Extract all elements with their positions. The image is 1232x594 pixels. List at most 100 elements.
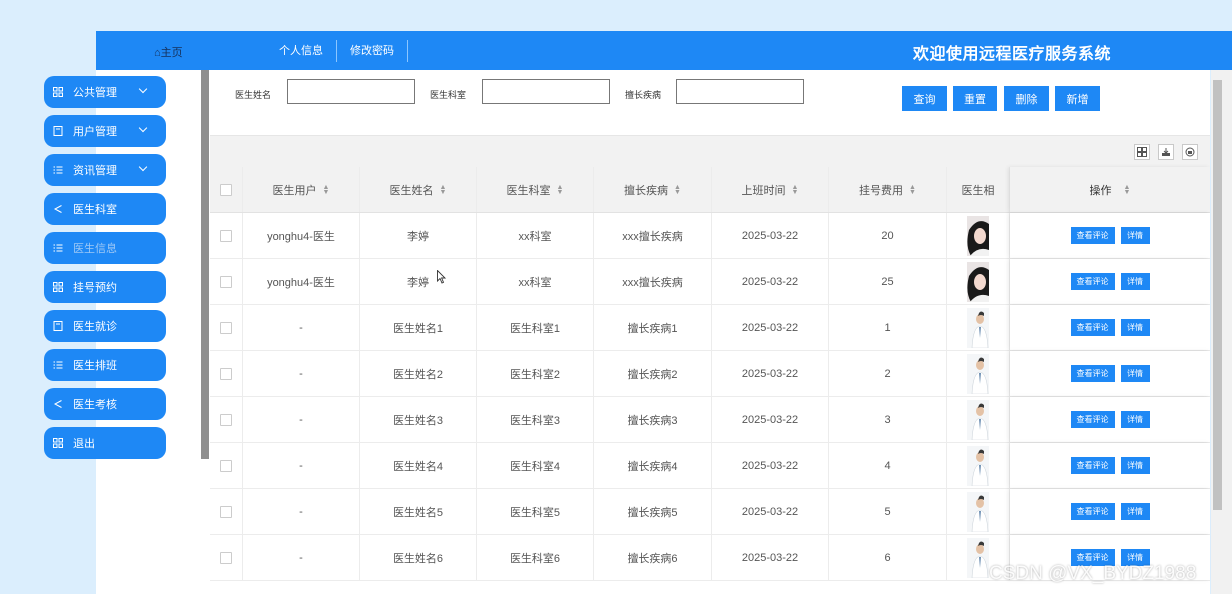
row-checkbox[interactable] (220, 413, 232, 426)
column-header-label[interactable]: 医生用户 (273, 182, 317, 198)
view-comments-button[interactable]: 查看评论 (1070, 503, 1115, 520)
view-comments-button[interactable]: 查看评论 (1070, 457, 1115, 474)
column-header-label[interactable]: 操作 (1090, 182, 1112, 198)
sidebar-item-1[interactable]: 用户管理 (44, 115, 166, 147)
sidebar-item-2[interactable]: 资讯管理 (44, 154, 166, 186)
row-actions: 查看评论 详情 (1010, 213, 1210, 258)
details-button[interactable]: 详情 (1120, 457, 1150, 474)
top-bar: ⌂主页 个人信息 修改密码 欢迎使用远程医疗服务系统 (96, 31, 1232, 70)
row-checkbox-cell (210, 397, 243, 442)
view-comments-button[interactable]: 查看评论 (1070, 273, 1115, 290)
cell-fee: 4 (829, 443, 947, 488)
details-button[interactable]: 详情 (1120, 365, 1150, 382)
sidebar-item-5[interactable]: 挂号预约 (44, 271, 166, 303)
table-row[interactable]: yonghu4-医生 李婷 xx科室 xxx擅长疾病 2025-03-22 25 查看评论详… (210, 259, 1210, 305)
nav-change-password-link[interactable]: 修改密码 (337, 40, 408, 62)
sidebar-item-7[interactable]: 医生排班 (44, 349, 166, 381)
details-button[interactable]: 详情 (1120, 227, 1150, 244)
details-button[interactable]: 详情 (1120, 503, 1150, 520)
cell-dept: 医生科室3 (477, 397, 594, 442)
column-header-label[interactable]: 医生姓名 (390, 182, 434, 198)
sidebar-item-4[interactable]: 医生信息 (44, 232, 166, 264)
sort-icon[interactable]: ▲ ▼ (323, 184, 330, 196)
column-header-label[interactable]: 挂号费用 (859, 182, 903, 198)
details-button[interactable]: 详情 (1120, 319, 1150, 336)
view-comments-button[interactable]: 查看评论 (1070, 411, 1115, 428)
view-comments-button[interactable]: 查看评论 (1070, 365, 1115, 382)
column-header-label[interactable]: 上班时间 (742, 182, 786, 198)
row-checkbox[interactable] (220, 505, 232, 518)
cell-user: - (243, 351, 360, 396)
doctor-dept-input[interactable] (482, 79, 610, 104)
row-actions: 查看评论 详情 (1010, 259, 1210, 304)
view-comments-button[interactable]: 查看评论 (1070, 227, 1115, 244)
cell-name: 医生姓名3 (360, 397, 477, 442)
row-checkbox[interactable] (220, 229, 232, 242)
row-checkbox-cell (210, 535, 243, 580)
doctor-photo (967, 399, 989, 440)
nav-profile-link[interactable]: 个人信息 (266, 40, 337, 62)
add-button[interactable]: 新增 (1055, 86, 1100, 111)
sort-icon[interactable]: ▲ ▼ (1124, 184, 1131, 196)
export-icon[interactable] (1158, 144, 1174, 160)
home-link[interactable]: ⌂主页 (154, 44, 183, 60)
reset-button[interactable]: 重置 (953, 86, 997, 111)
details-button[interactable]: 详情 (1120, 273, 1150, 290)
sidebar-item-3[interactable]: 医生科室 (44, 193, 166, 225)
doctor-photo (967, 353, 989, 394)
cell-name: 医生姓名5 (360, 489, 477, 534)
column-header-label[interactable]: 医生相 (962, 182, 995, 198)
row-checkbox-cell (210, 489, 243, 534)
doctor-photo (967, 491, 989, 532)
disease-input[interactable] (676, 79, 804, 104)
row-checkbox[interactable] (220, 275, 232, 288)
cell-time: 2025-03-22 (712, 397, 829, 442)
sidebar-item-6[interactable]: 医生就诊 (44, 310, 166, 342)
table-row[interactable]: - 医生姓名4 医生科室4 擅长疾病4 2025-03-22 4 查看评论 详情 (210, 443, 1210, 489)
columns-icon[interactable] (1134, 144, 1150, 160)
sidebar-item-label: 医生就诊 (73, 321, 117, 333)
row-checkbox[interactable] (220, 551, 232, 564)
column-header-label[interactable]: 医生科室 (507, 182, 551, 198)
column-header-label[interactable]: 擅长疾病 (624, 182, 668, 198)
cell-user: - (243, 535, 360, 580)
row-checkbox-cell (210, 305, 243, 350)
sidebar-item-8[interactable]: 医生考核 (44, 388, 166, 420)
table-row[interactable]: yonghu4-医生 李婷 xx科室 xxx擅长疾病 2025-03-22 20 查看评论详… (210, 213, 1210, 259)
sidebar-item-9[interactable]: 退出 (44, 427, 166, 459)
sort-icon[interactable]: ▲ ▼ (909, 184, 916, 196)
book-icon (53, 321, 63, 331)
photo-cell (947, 305, 1010, 350)
table-row[interactable]: - 医生姓名3 医生科室3 擅长疾病3 2025-03-22 3 查看评论 详情 (210, 397, 1210, 443)
table-row[interactable]: - 医生姓名1 医生科室1 擅长疾病1 2025-03-22 1 查看评论 详情 (210, 305, 1210, 351)
sort-icon[interactable]: ▲ ▼ (674, 184, 681, 196)
sort-icon[interactable]: ▲ ▼ (440, 184, 447, 196)
cell-user: yonghu4-医生 (243, 259, 360, 304)
photo-cell (947, 351, 1010, 396)
cell-fee: 6 (829, 535, 947, 580)
page-scrollbar-thumb[interactable] (1213, 80, 1222, 510)
table-header: 医生用户 ▲ ▼ 医生姓名 ▲ ▼ 医生科室 ▲ ▼ 擅长疾病 ▲ ▼ 上班时间 ▲ ▼ 挂号费用 ▲ ▼ 医生相 操… (210, 167, 1210, 213)
sidebar-item-label: 资讯管理 (73, 165, 117, 177)
print-icon[interactable] (1182, 144, 1198, 160)
details-button[interactable]: 详情 (1120, 411, 1150, 428)
cell-fee: 1 (829, 305, 947, 350)
query-button[interactable]: 查询 (902, 86, 947, 111)
chevron-down-icon (138, 162, 148, 172)
table-row[interactable]: - 医生姓名5 医生科室5 擅长疾病5 2025-03-22 5 查看评论 详情 (210, 489, 1210, 535)
select-all-checkbox[interactable] (220, 183, 232, 196)
sort-icon[interactable]: ▲ ▼ (792, 184, 799, 196)
row-checkbox[interactable] (220, 459, 232, 472)
row-checkbox[interactable] (220, 367, 232, 380)
sort-icon[interactable]: ▲ ▼ (557, 184, 564, 196)
sidebar-item-0[interactable]: 公共管理 (44, 76, 166, 108)
sidebar-scrollbar[interactable] (201, 70, 209, 459)
cell-time: 2025-03-22 (712, 259, 829, 304)
cell-time: 2025-03-22 (712, 489, 829, 534)
delete-button[interactable]: 删除 (1004, 86, 1049, 111)
view-comments-button[interactable]: 查看评论 (1070, 319, 1115, 336)
table-row[interactable]: - 医生姓名2 医生科室2 擅长疾病2 2025-03-22 2 查看评论 详情 (210, 351, 1210, 397)
doctor-name-input[interactable] (287, 79, 415, 104)
row-checkbox[interactable] (220, 321, 232, 334)
row-checkbox-cell (210, 443, 243, 488)
